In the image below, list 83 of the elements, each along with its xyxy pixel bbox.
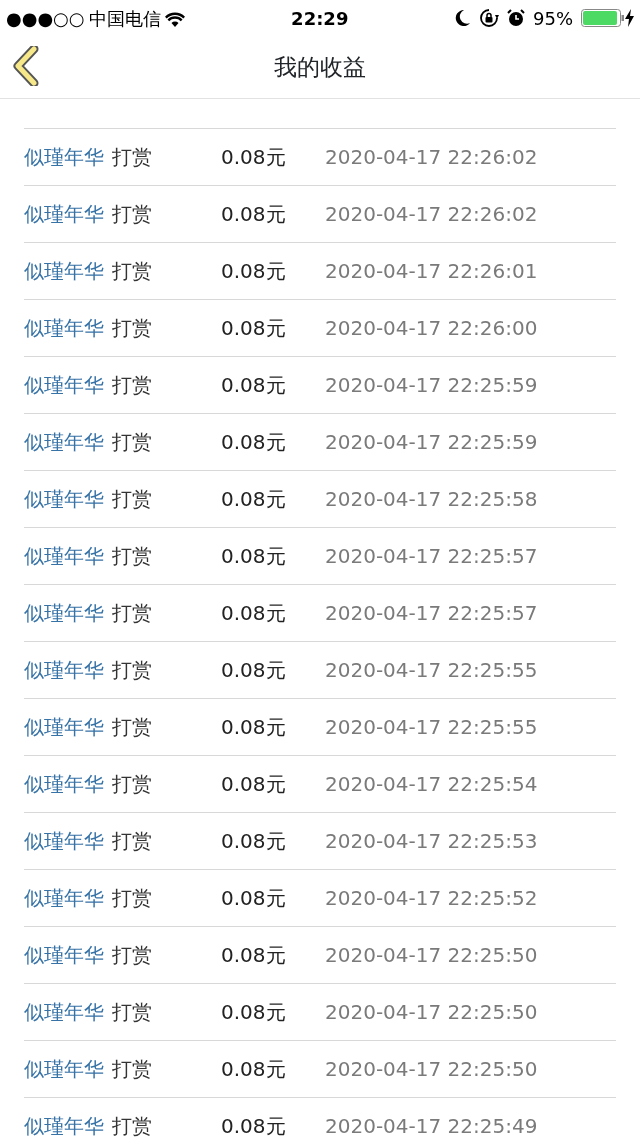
record-time: 2020-04-17 22:25:57 bbox=[325, 600, 538, 627]
record-time: 2020-04-17 22:25:59 bbox=[325, 429, 538, 456]
record-type: 打赏 bbox=[112, 258, 152, 285]
record-amount: 0.08元 bbox=[221, 885, 286, 912]
record-time: 2020-04-17 22:25:50 bbox=[325, 942, 538, 969]
record-time: 2020-04-17 22:25:58 bbox=[325, 486, 538, 513]
record-time: 2020-04-17 22:25:54 bbox=[325, 771, 538, 798]
user-name: 似瑾年华 bbox=[24, 885, 104, 912]
user-name: 似瑾年华 bbox=[24, 1113, 104, 1138]
moon-icon bbox=[455, 9, 471, 27]
user-name: 似瑾年华 bbox=[24, 486, 104, 513]
record-amount: 0.08元 bbox=[221, 372, 286, 399]
record-amount: 0.08元 bbox=[221, 714, 286, 741]
record-time: 2020-04-17 22:25:55 bbox=[325, 714, 538, 741]
record-type: 打赏 bbox=[112, 486, 152, 513]
record-amount: 0.08元 bbox=[221, 942, 286, 969]
record-amount: 0.08元 bbox=[221, 1056, 286, 1083]
page-title: 我的收益 bbox=[274, 52, 366, 82]
record-type: 打赏 bbox=[112, 1113, 152, 1138]
record-type: 打赏 bbox=[112, 543, 152, 570]
record-type: 打赏 bbox=[112, 885, 152, 912]
record-type: 打赏 bbox=[112, 372, 152, 399]
record-type: 打赏 bbox=[112, 999, 152, 1026]
record-type: 打赏 bbox=[112, 315, 152, 342]
record-amount: 0.08元 bbox=[221, 657, 286, 684]
record-type: 打赏 bbox=[112, 1056, 152, 1083]
record-time: 2020-04-17 22:25:50 bbox=[325, 999, 538, 1026]
record-amount: 0.08元 bbox=[221, 600, 286, 627]
record-amount: 0.08元 bbox=[221, 486, 286, 513]
record-type: 打赏 bbox=[112, 828, 152, 855]
battery-percent: 95% bbox=[533, 6, 573, 31]
record-time: 2020-04-17 22:25:55 bbox=[325, 657, 538, 684]
charging-icon bbox=[625, 9, 634, 27]
record-time: 2020-04-17 22:26:02 bbox=[325, 144, 538, 171]
record-amount: 0.08元 bbox=[221, 999, 286, 1026]
carrier-name: 中国电信 bbox=[88, 6, 161, 31]
record-type: 打赏 bbox=[112, 942, 152, 969]
user-name: 似瑾年华 bbox=[24, 315, 104, 342]
battery-icon bbox=[581, 8, 625, 28]
record-time: 2020-04-17 22:25:57 bbox=[325, 543, 538, 570]
record-time: 2020-04-17 22:25:49 bbox=[325, 1113, 538, 1138]
record-time: 2020-04-17 22:25:53 bbox=[325, 828, 538, 855]
user-name: 似瑾年华 bbox=[24, 543, 104, 570]
record-type: 打赏 bbox=[112, 657, 152, 684]
rotation-lock-icon bbox=[479, 8, 499, 28]
user-name: 似瑾年华 bbox=[24, 429, 104, 456]
record-amount: 0.08元 bbox=[221, 315, 286, 342]
record-type: 打赏 bbox=[112, 600, 152, 627]
record-amount: 0.08元 bbox=[221, 258, 286, 285]
record-time: 2020-04-17 22:26:00 bbox=[325, 315, 538, 342]
record-amount: 0.08元 bbox=[221, 828, 286, 855]
record-time: 2020-04-17 22:25:50 bbox=[325, 1056, 538, 1083]
user-name: 似瑾年华 bbox=[24, 1056, 104, 1083]
record-amount: 0.08元 bbox=[221, 543, 286, 570]
record-type: 打赏 bbox=[112, 714, 152, 741]
record-time: 2020-04-17 22:26:01 bbox=[325, 258, 538, 285]
wifi-icon bbox=[164, 11, 185, 28]
user-name: 似瑾年华 bbox=[24, 372, 104, 399]
record-amount: 0.08元 bbox=[221, 771, 286, 798]
user-name: 似瑾年华 bbox=[24, 942, 104, 969]
user-name: 似瑾年华 bbox=[24, 999, 104, 1026]
status-time: 22:29 bbox=[291, 6, 349, 31]
record-type: 打赏 bbox=[112, 201, 152, 228]
record-amount: 0.08元 bbox=[221, 144, 286, 171]
user-name: 似瑾年华 bbox=[24, 657, 104, 684]
record-time: 2020-04-17 22:25:59 bbox=[325, 372, 538, 399]
user-name: 似瑾年华 bbox=[24, 144, 104, 171]
record-amount: 0.08元 bbox=[221, 201, 286, 228]
record-amount: 0.08元 bbox=[221, 429, 286, 456]
record-type: 打赏 bbox=[112, 429, 152, 456]
alarm-clock-icon bbox=[507, 9, 525, 27]
record-type: 打赏 bbox=[112, 144, 152, 171]
signal-strength-icon: ●●●○○ bbox=[6, 4, 85, 32]
user-name: 似瑾年华 bbox=[24, 600, 104, 627]
user-name: 似瑾年华 bbox=[24, 201, 104, 228]
user-name: 似瑾年华 bbox=[24, 258, 104, 285]
record-type: 打赏 bbox=[112, 771, 152, 798]
user-name: 似瑾年华 bbox=[24, 828, 104, 855]
user-name: 似瑾年华 bbox=[24, 771, 104, 798]
record-time: 2020-04-17 22:25:52 bbox=[325, 885, 538, 912]
record-amount: 0.08元 bbox=[221, 1113, 286, 1138]
record-time: 2020-04-17 22:26:02 bbox=[325, 201, 538, 228]
user-name: 似瑾年华 bbox=[24, 714, 104, 741]
